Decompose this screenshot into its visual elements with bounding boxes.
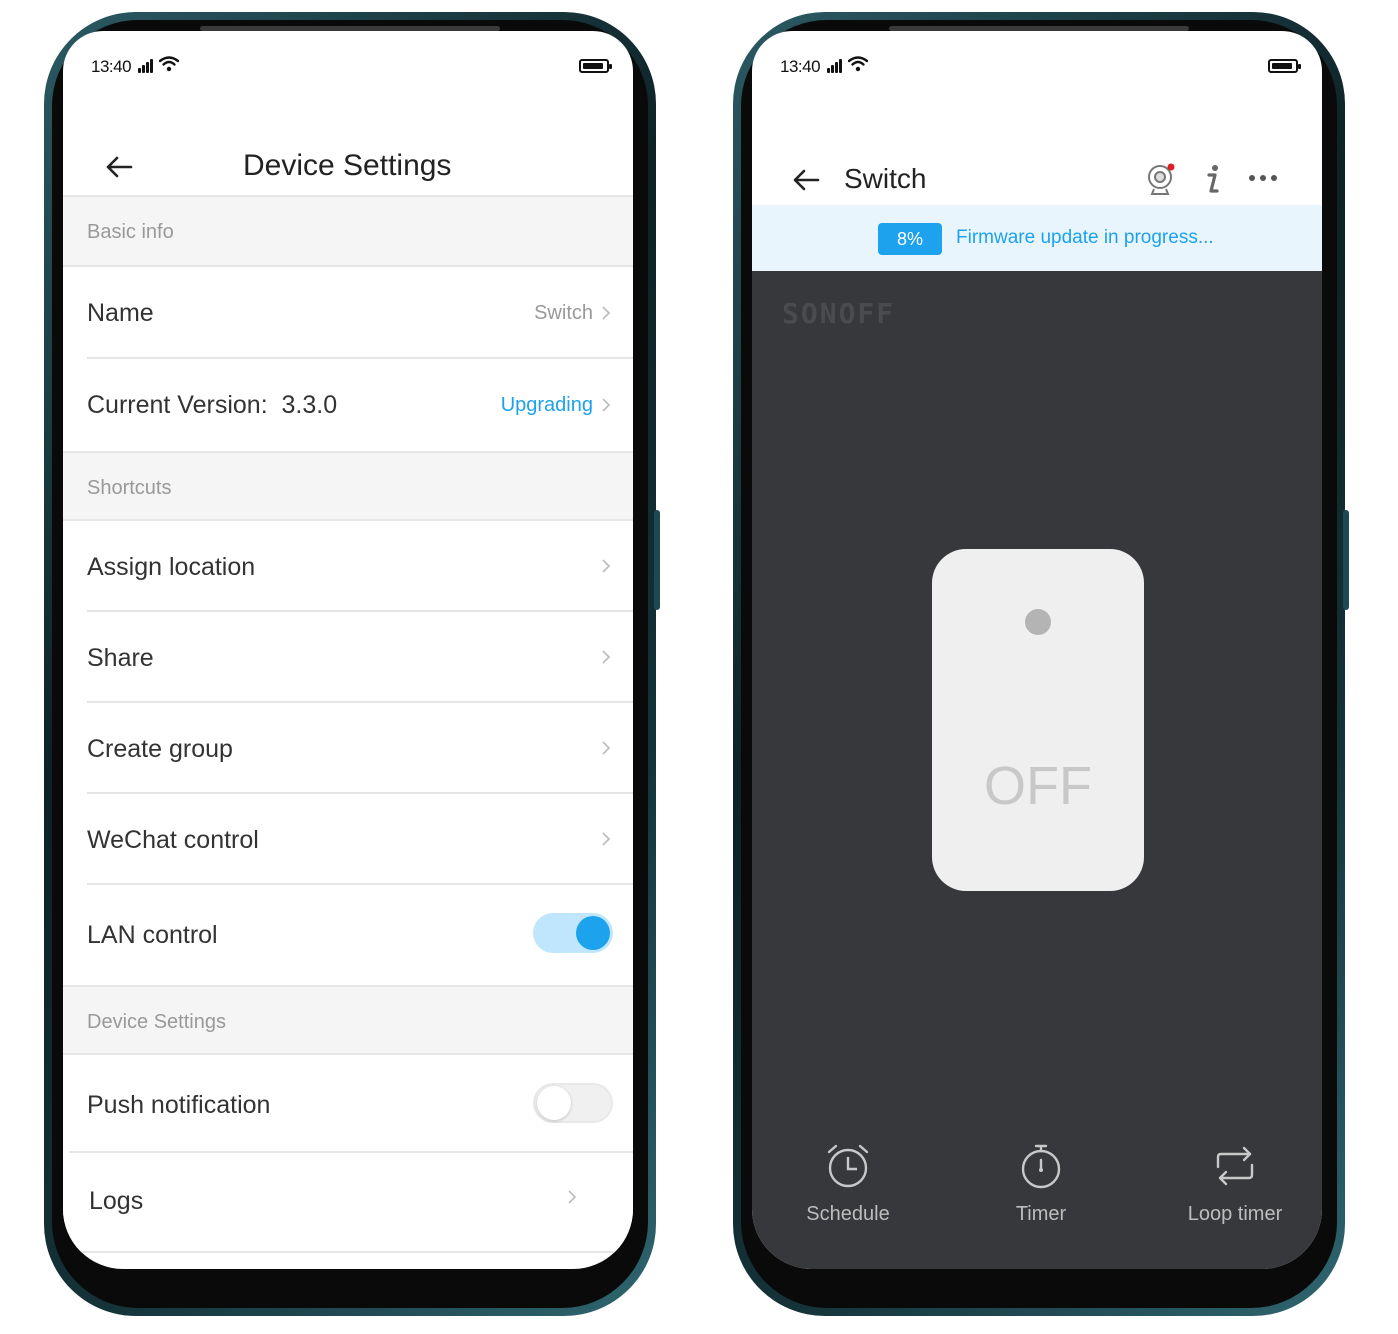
row-lan-control: LAN control [63,885,633,985]
status-time: 13:40 [780,57,821,76]
row-label: Push notification [87,1091,271,1119]
info-icon[interactable] [1202,163,1224,195]
upgrading-link[interactable]: Upgrading [501,394,593,417]
toggle-knob [537,1086,571,1120]
device-control-area: SONOFF OFF Schedule Timer Loop timer [752,271,1322,1269]
chevron-right-icon [602,832,611,846]
push-notification-toggle[interactable] [533,1083,613,1123]
back-arrow-icon[interactable] [792,168,820,192]
chevron-right-icon [602,559,611,573]
section-header-shortcuts: Shortcuts [63,451,633,521]
side-button [1343,510,1349,610]
signal-icon [827,58,843,73]
wifi-icon [159,56,179,72]
firmware-update-message: Firmware update in progress... [956,227,1214,248]
side-button [654,510,660,610]
row-logs[interactable]: Logs [63,1153,633,1253]
power-switch-button[interactable]: OFF [932,549,1144,891]
switch-indicator-dot [1025,609,1051,635]
status-bar: 13:40 [63,31,633,95]
loop-timer-button[interactable]: Loop timer [1145,1143,1322,1226]
row-wechat-control[interactable]: WeChat control [63,794,633,885]
phone-frame-left: 13:40 Device Settings Basic info Name Sw… [44,12,660,1316]
row-current-version[interactable]: Current Version: 3.3.0 Upgrading [63,359,633,451]
row-label: Logs [89,1187,144,1215]
lan-control-toggle[interactable] [533,913,613,953]
timer-label: Timer [1015,1203,1067,1225]
battery-icon [1268,59,1301,73]
row-share[interactable]: Share [63,612,633,703]
settings-screen: 13:40 Device Settings Basic info Name Sw… [63,31,633,1269]
row-label: Share [87,644,154,672]
signal-icon [138,58,154,73]
timer-button[interactable]: Timer [951,1143,1131,1226]
chevron-right-icon [602,650,611,664]
alarm-clock-icon [827,1144,869,1188]
battery-icon [579,59,612,73]
device-screen: 13:40 Switch 8% Firmware update in progr… [752,31,1322,1269]
row-label: LAN control [87,921,218,949]
chevron-right-icon [602,398,611,412]
chevron-right-icon [602,741,611,755]
phone-frame-right: 13:40 Switch 8% Firmware update in progr… [733,12,1349,1316]
app-bar: Device Settings [63,95,633,197]
stopwatch-icon [1021,1144,1061,1189]
row-label: Current Version: 3.3.0 [87,391,338,419]
chevron-right-icon [602,306,611,320]
chevron-right-icon [568,1190,577,1204]
row-assign-location[interactable]: Assign location [63,521,633,612]
row-label: Create group [87,735,233,763]
firmware-progress-badge: 8% [878,223,942,255]
camera-icon[interactable] [1146,163,1178,197]
more-icon[interactable] [1248,173,1278,183]
divider [69,1251,633,1253]
device-title: Switch [844,163,927,194]
row-label: Name [87,299,154,327]
wifi-icon [848,56,868,72]
row-label: WeChat control [87,826,259,854]
back-arrow-icon[interactable] [105,155,133,179]
row-label: Assign location [87,553,256,581]
switch-state-label: OFF [984,756,1092,816]
page-title: Device Settings [243,149,452,182]
status-time: 13:40 [91,57,132,76]
loop-timer-label: Loop timer [1187,1203,1283,1225]
section-header-basic-info: Basic info [63,197,633,267]
section-title: Basic info [87,221,174,243]
row-value-name: Switch [534,302,593,324]
section-title: Device Settings [87,1011,226,1033]
toggle-knob [576,916,610,950]
row-push-notification: Push notification [63,1055,633,1153]
row-name[interactable]: Name Switch [63,267,633,359]
schedule-button[interactable]: Schedule [758,1143,938,1226]
app-bar: Switch [752,95,1322,205]
loop-icon [1216,1146,1254,1186]
row-create-group[interactable]: Create group [63,703,633,794]
sonoff-logo: SONOFF [782,297,896,330]
firmware-update-banner: 8% Firmware update in progress... [752,205,1322,271]
section-header-device-settings: Device Settings [63,985,633,1055]
schedule-label: Schedule [806,1203,890,1225]
section-title: Shortcuts [87,477,172,499]
status-bar: 13:40 [752,31,1322,95]
